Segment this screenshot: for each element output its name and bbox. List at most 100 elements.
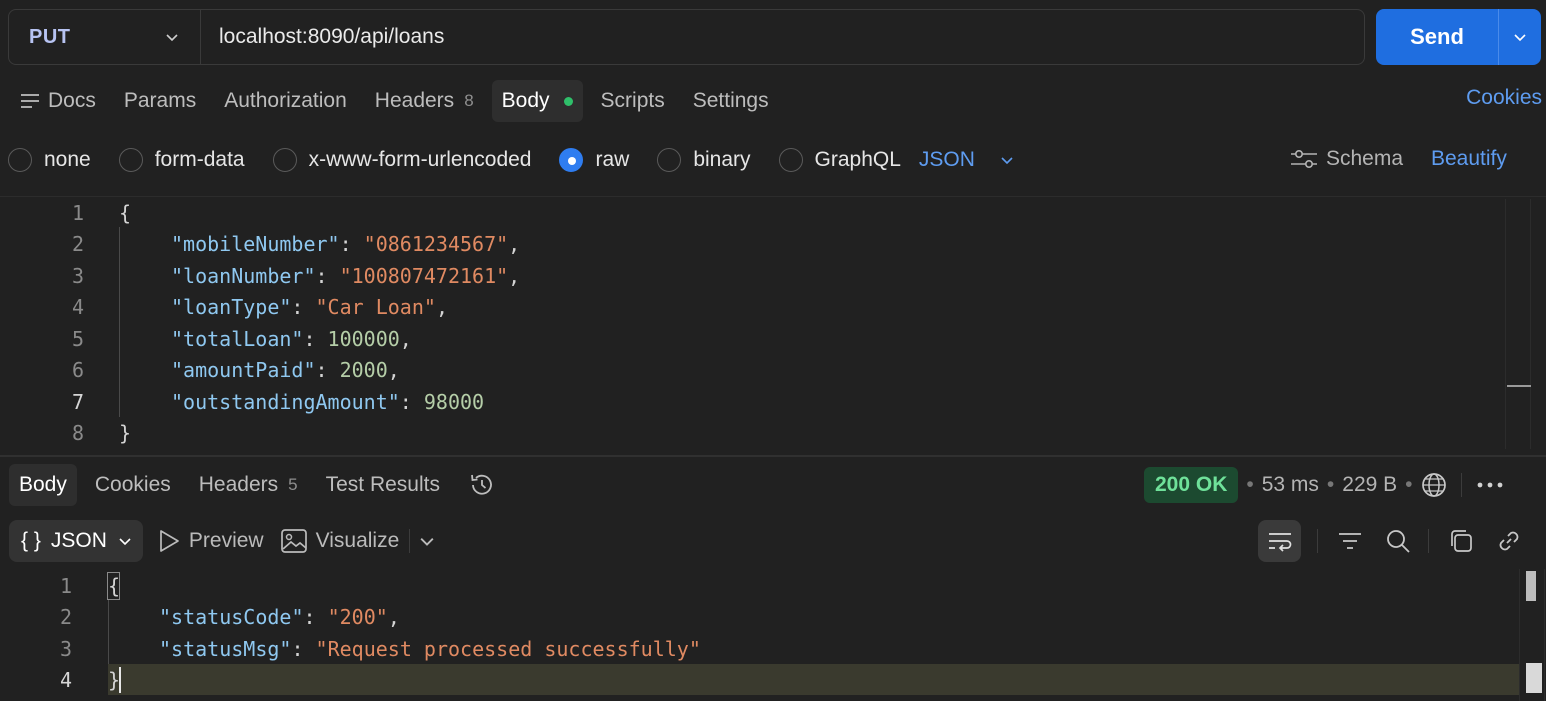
request-body-editor[interactable]: 1 2 3 4 5 6 7 8 { "mobileNumber": "08612… bbox=[0, 196, 1546, 450]
tab-scripts[interactable]: Scripts bbox=[591, 80, 675, 122]
editor-scrollbar[interactable] bbox=[1505, 199, 1531, 449]
link-icon bbox=[1499, 531, 1519, 551]
wrap-lines-icon bbox=[1268, 533, 1291, 552]
response-scrollbar[interactable] bbox=[1519, 569, 1545, 701]
toolbar-separator bbox=[1317, 529, 1318, 553]
code-open-brace: { bbox=[108, 574, 121, 598]
response-view-tools bbox=[1258, 520, 1527, 562]
chevron-down-icon bbox=[1001, 157, 1013, 165]
tab-response-cookies-label: Cookies bbox=[94, 473, 171, 496]
method-select[interactable]: PUT bbox=[9, 10, 201, 64]
radio-raw[interactable]: raw bbox=[559, 148, 629, 172]
radio-circle-icon bbox=[8, 148, 32, 172]
request-bar: PUT localhost:8090/api/loans bbox=[8, 9, 1365, 65]
url-input[interactable]: localhost:8090/api/loans bbox=[201, 25, 444, 49]
beautify-button[interactable]: Beautify bbox=[1431, 147, 1507, 171]
raw-format-select[interactable]: JSON bbox=[919, 148, 1013, 172]
tab-test-results-label: Test Results bbox=[325, 473, 440, 496]
chevron-down-icon bbox=[166, 34, 178, 42]
line-number: 1 bbox=[59, 574, 72, 598]
globe-icon[interactable] bbox=[1421, 472, 1447, 498]
json-value: 100000 bbox=[327, 327, 400, 351]
radio-x-www-form-urlencoded[interactable]: x-www-form-urlencoded bbox=[272, 148, 532, 172]
status-badge[interactable]: 200 OK bbox=[1144, 467, 1239, 503]
radio-binary[interactable]: binary bbox=[657, 148, 751, 172]
image-icon bbox=[280, 529, 307, 553]
send-label: Send bbox=[1410, 24, 1464, 49]
json-value: 2000 bbox=[339, 358, 388, 382]
more-options-icon[interactable] bbox=[1476, 481, 1504, 489]
panel-divider[interactable] bbox=[0, 455, 1546, 457]
tab-params[interactable]: Params bbox=[114, 80, 206, 122]
chevron-down-icon[interactable] bbox=[420, 534, 434, 548]
schema-button[interactable]: Schema bbox=[1290, 147, 1403, 171]
response-time[interactable]: 53 ms bbox=[1262, 473, 1319, 497]
code-line: "statusMsg": "Request processed successf… bbox=[159, 637, 701, 661]
wrap-lines-button[interactable] bbox=[1258, 520, 1301, 562]
schema-label: Schema bbox=[1326, 147, 1404, 170]
search-button[interactable] bbox=[1380, 520, 1416, 562]
history-icon bbox=[471, 474, 492, 495]
code-open-brace: { bbox=[119, 201, 132, 225]
radio-form-data[interactable]: form-data bbox=[118, 148, 245, 172]
tab-response-body[interactable]: Body bbox=[9, 464, 77, 506]
response-status: 200 OK • 53 ms • 229 B • bbox=[1144, 467, 1504, 503]
response-tabs: Body Cookies Headers 5 Test Results bbox=[9, 464, 514, 506]
tab-response-cookies[interactable]: Cookies bbox=[85, 464, 181, 506]
radio-none[interactable]: none bbox=[8, 148, 91, 172]
filter-button[interactable] bbox=[1332, 520, 1368, 562]
json-comma: , bbox=[399, 327, 412, 351]
json-key: "outstandingAmount" bbox=[171, 390, 400, 414]
send-options-button[interactable] bbox=[1498, 9, 1541, 65]
tab-test-results[interactable]: Test Results bbox=[316, 464, 450, 506]
cookies-link[interactable]: Cookies bbox=[1466, 86, 1542, 110]
toolbar-separator bbox=[1428, 529, 1429, 553]
send-button[interactable]: Send bbox=[1376, 9, 1541, 65]
code-close-brace: } bbox=[119, 421, 132, 445]
radio-urlencoded-label: x-www-form-urlencoded bbox=[308, 148, 532, 171]
tab-authorization-label: Authorization bbox=[224, 89, 347, 112]
radio-form-data-label: form-data bbox=[154, 148, 245, 171]
indent-guide bbox=[119, 227, 120, 417]
code-line: "totalLoan": 100000, bbox=[171, 327, 412, 351]
scroll-position-marker bbox=[1526, 663, 1542, 693]
radio-circle-icon bbox=[778, 148, 803, 172]
json-value: "Car Loan" bbox=[315, 295, 436, 319]
scroll-thumb[interactable] bbox=[1526, 571, 1536, 601]
line-number: 3 bbox=[71, 264, 84, 288]
code-line: "loanType": "Car Loan", bbox=[171, 295, 448, 319]
tab-body[interactable]: Body bbox=[491, 80, 583, 122]
link-button[interactable] bbox=[1491, 520, 1527, 562]
indent-guide bbox=[108, 600, 109, 664]
tab-headers[interactable]: Headers 8 bbox=[365, 80, 484, 122]
braces-icon: { } bbox=[21, 529, 41, 552]
visualize-button[interactable]: Visualize bbox=[280, 528, 399, 554]
response-toolbar: { } JSON Preview Visualize bbox=[9, 520, 434, 562]
json-key: "loanType" bbox=[171, 295, 292, 319]
radio-graphql[interactable]: GraphQL bbox=[778, 148, 901, 172]
tab-settings[interactable]: Settings bbox=[683, 80, 779, 122]
json-comma: , bbox=[508, 232, 521, 256]
toolbar-separator bbox=[1460, 473, 1462, 497]
chevron-down-icon bbox=[119, 538, 131, 546]
copy-icon bbox=[1451, 530, 1472, 552]
modified-dot-icon bbox=[563, 96, 573, 106]
tab-scripts-label: Scripts bbox=[600, 89, 665, 112]
response-format-select[interactable]: { } JSON bbox=[9, 520, 143, 562]
response-body-viewer[interactable]: 1 2 3 4 { "statusCode": "200", "statusMs… bbox=[0, 569, 1546, 701]
response-size[interactable]: 229 B bbox=[1342, 473, 1397, 497]
json-value: "100807472161" bbox=[339, 264, 509, 288]
preview-button[interactable]: Preview bbox=[157, 528, 264, 554]
tab-authorization[interactable]: Authorization bbox=[214, 80, 357, 122]
line-number: 2 bbox=[59, 605, 72, 629]
json-comma: , bbox=[387, 605, 400, 629]
line-number: 8 bbox=[71, 421, 84, 445]
radio-graphql-label: GraphQL bbox=[814, 148, 901, 171]
history-button[interactable] bbox=[458, 464, 506, 506]
copy-button[interactable] bbox=[1443, 520, 1479, 562]
tab-headers-label: Headers bbox=[374, 89, 455, 112]
tab-response-headers[interactable]: Headers 5 bbox=[189, 464, 308, 506]
radio-circle-icon bbox=[118, 148, 143, 172]
tab-docs[interactable]: Docs bbox=[10, 80, 106, 122]
scroll-position-marker bbox=[1507, 385, 1531, 387]
